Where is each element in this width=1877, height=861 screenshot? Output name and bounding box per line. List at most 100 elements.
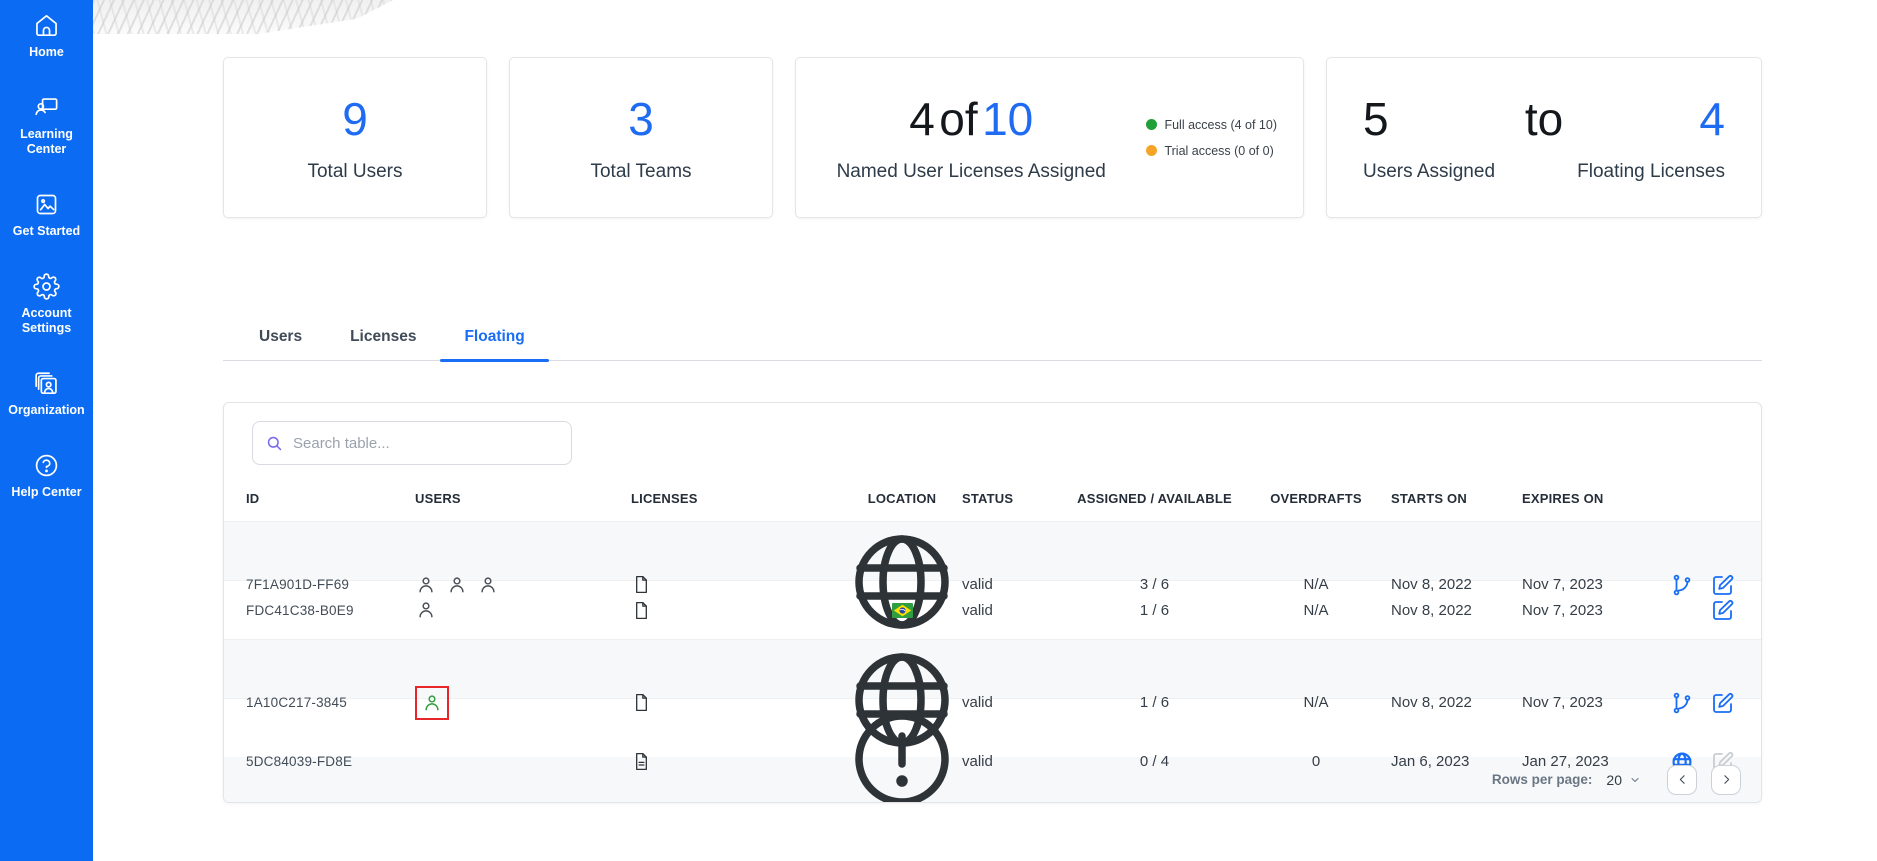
row-id: 7F1A901D-FF69 [246, 577, 350, 592]
location-cell [842, 522, 962, 647]
sidebar: Home Learning Center Get Started Account… [0, 0, 93, 861]
row-id: 1A10C217-3845 [246, 695, 347, 710]
active-user-icon[interactable] [421, 692, 443, 714]
edit-icon[interactable] [1711, 573, 1735, 597]
table-header-row: ID USERS LICENSES LOCATION STATUS ASSIGN… [224, 475, 1761, 521]
floating-licenses-card: 5 to 4 Users Assigned Floating Licenses [1326, 57, 1762, 218]
total-teams-value: 3 [628, 92, 654, 145]
help-center-icon [33, 452, 60, 479]
starts-on-cell: Jan 6, 2023 [1391, 753, 1470, 770]
previous-page-button[interactable] [1667, 764, 1697, 795]
col-header-status: STATUS [962, 490, 1014, 506]
user-icon[interactable] [446, 574, 468, 596]
chevron-right-icon [1723, 775, 1729, 784]
sidebar-item-label: Account Settings [21, 306, 72, 335]
total-teams-label: Total Teams [590, 160, 692, 182]
licenses-cell [631, 751, 842, 772]
summary-cards: 9 Total Users 3 Total Teams 4 of 10 Name… [93, 0, 1877, 218]
licenses-cell [631, 600, 842, 621]
account-settings-icon [33, 273, 60, 300]
trial-access-dot [1146, 145, 1158, 156]
sidebar-item-home[interactable]: Home [0, 12, 93, 60]
overdrafts-cell: N/A [1303, 694, 1329, 711]
tab-floating[interactable]: Floating [440, 318, 550, 362]
sidebar-item-learning-center[interactable]: Learning Center [0, 94, 93, 157]
status-cell: valid [962, 694, 993, 711]
sidebar-item-label: Help Center [11, 485, 82, 499]
floating-licenses-value: 4 [1699, 92, 1725, 145]
starts-on-cell: Nov 8, 2022 [1391, 601, 1472, 619]
floating-licenses-panel: ID USERS LICENSES LOCATION STATUS ASSIGN… [223, 402, 1762, 803]
col-header-id: ID [246, 490, 260, 506]
col-header-assigned-available: ASSIGNED / AVAILABLE [1077, 490, 1232, 506]
sidebar-item-label: Organization [8, 403, 85, 417]
trial-access-label: Trial access (0 of 0) [1164, 143, 1274, 158]
named-licenses-of: of [939, 92, 978, 145]
actions-cell [1661, 691, 1739, 715]
sidebar-item-label: Learning Center [20, 127, 73, 156]
location-cell [842, 699, 962, 802]
table-tabs: Users Licenses Floating [223, 318, 1762, 362]
sidebar-item-account-settings[interactable]: Account Settings [0, 273, 93, 336]
branch-icon[interactable] [1670, 691, 1694, 715]
table-row[interactable]: 7F1A901D-FF69 valid 3 / 6 N/A Nov 8, 202… [224, 521, 1761, 629]
assigned-available-cell: 0 / 4 [1139, 753, 1170, 770]
status-cell: valid [962, 576, 993, 593]
click-target-highlight [415, 685, 449, 720]
user-icon[interactable] [477, 574, 499, 596]
named-licenses-total: 10 [982, 92, 1034, 145]
main-content: 9 Total Users 3 Total Teams 4 of 10 Name… [93, 0, 1877, 803]
starts-on-cell: Nov 8, 2022 [1391, 576, 1472, 593]
rows-per-page-label: Rows per page: [1491, 772, 1593, 787]
sidebar-item-label: Get Started [12, 224, 81, 238]
tab-users[interactable]: Users [235, 318, 326, 360]
user-icon[interactable] [415, 599, 437, 621]
col-header-users: USERS [415, 490, 461, 506]
next-page-button[interactable] [1711, 764, 1741, 795]
document-lines-icon[interactable] [631, 751, 652, 772]
overdrafts-cell: N/A [1303, 601, 1329, 619]
sidebar-item-help-center[interactable]: Help Center [0, 452, 93, 500]
edit-icon[interactable] [1711, 598, 1735, 622]
status-cell: valid [962, 601, 993, 619]
assigned-available-cell: 1 / 6 [1139, 601, 1170, 619]
named-licenses-assigned: 4 [909, 92, 935, 145]
users-assigned-label: Users Assigned [1363, 160, 1496, 182]
location-cell [891, 602, 913, 618]
table-row[interactable]: 1A10C217-3845 valid 1 / 6 N/A Nov 8, 202… [224, 639, 1761, 747]
full-access-label: Full access (4 of 10) [1164, 117, 1277, 132]
search-input[interactable] [293, 434, 559, 452]
sidebar-item-get-started[interactable]: Get Started [0, 191, 93, 239]
col-header-starts-on: STARTS ON [1391, 490, 1467, 506]
rows-per-page-select[interactable]: 20 [1606, 772, 1641, 788]
overdrafts-cell: 0 [1311, 753, 1321, 770]
edit-icon[interactable] [1711, 691, 1735, 715]
users-cell [415, 685, 631, 720]
branch-icon[interactable] [1670, 573, 1694, 597]
users-cell [415, 599, 631, 621]
home-icon [33, 12, 60, 39]
table-search [252, 421, 572, 465]
assigned-available-cell: 3 / 6 [1139, 576, 1170, 593]
assigned-available-cell: 1 / 6 [1139, 694, 1170, 711]
col-header-location: LOCATION [867, 490, 937, 506]
starts-on-cell: Nov 8, 2022 [1391, 694, 1472, 711]
row-id: FDC41C38-B0E9 [246, 602, 354, 618]
legend-trial-access: Trial access (0 of 0) [1146, 144, 1277, 158]
named-licenses-value: 4 of 10 [909, 93, 1033, 145]
user-icon[interactable] [415, 574, 437, 596]
col-header-licenses: LICENSES [631, 490, 698, 506]
tab-licenses[interactable]: Licenses [326, 318, 440, 360]
document-icon[interactable] [631, 692, 652, 713]
get-started-icon [33, 191, 60, 218]
document-icon[interactable] [631, 600, 652, 621]
expires-on-cell: Jan 27, 2023 [1522, 753, 1609, 770]
named-licenses-label: Named User Licenses Assigned [836, 160, 1106, 182]
status-cell: valid [962, 753, 993, 770]
organization-icon [33, 370, 60, 397]
sidebar-item-organization[interactable]: Organization [0, 370, 93, 418]
full-access-dot [1146, 119, 1158, 130]
document-icon[interactable] [631, 574, 652, 595]
named-user-licenses-card: 4 of 10 Named User Licenses Assigned Ful… [795, 57, 1304, 218]
expires-on-cell: Nov 7, 2023 [1522, 694, 1603, 711]
